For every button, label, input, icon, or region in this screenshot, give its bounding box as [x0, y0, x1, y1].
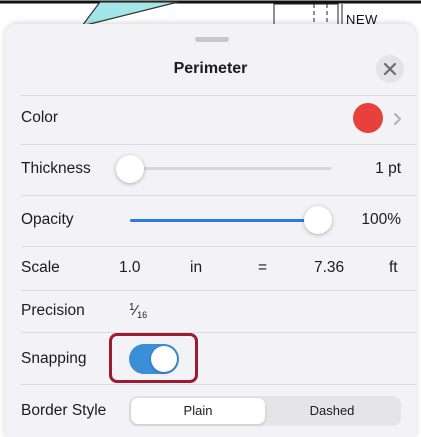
opacity-slider-thumb[interactable]	[304, 206, 332, 234]
divider	[21, 95, 416, 96]
scale-left-value[interactable]: 1.0	[119, 259, 141, 277]
divider	[21, 332, 416, 333]
scale-left-unit[interactable]: in	[190, 259, 202, 277]
precision-numerator: 1	[129, 302, 135, 313]
sheet-grabber[interactable]	[195, 37, 229, 42]
border-style-label: Border Style	[21, 402, 107, 419]
divider	[21, 246, 416, 247]
border-style-segmented-control: Plain Dashed	[129, 396, 401, 426]
snapping-toggle-knob	[151, 346, 177, 372]
opacity-slider-fill	[130, 219, 318, 222]
snapping-toggle[interactable]	[129, 344, 179, 374]
scale-equals: =	[258, 259, 268, 276]
thickness-label: Thickness	[21, 160, 91, 177]
color-swatch[interactable]	[353, 103, 383, 133]
precision-value[interactable]: 1⁄16	[129, 302, 147, 320]
divider	[21, 290, 416, 291]
border-style-option-dashed[interactable]: Dashed	[265, 398, 399, 424]
sheet-title: Perimeter	[173, 60, 248, 77]
color-label: Color	[21, 109, 59, 126]
thickness-value: 1 pt	[375, 160, 401, 177]
drawn-triangle	[80, 1, 179, 27]
precision-denominator: 16	[137, 310, 148, 320]
border-style-option-plain[interactable]: Plain	[131, 398, 265, 424]
close-icon	[383, 62, 397, 76]
chevron-right-icon[interactable]	[393, 112, 402, 126]
scale-right-unit[interactable]: ft	[389, 259, 398, 277]
opacity-value: 100%	[361, 211, 401, 228]
scale-label: Scale	[21, 259, 60, 276]
opacity-label: Opacity	[21, 211, 74, 228]
perimeter-settings-sheet: Perimeter Color Thickness 1 pt Opacity 1…	[5, 24, 416, 437]
opacity-slider-track[interactable]	[130, 219, 318, 222]
snapping-label: Snapping	[21, 350, 87, 367]
scale-right-value[interactable]: 7.36	[314, 259, 344, 277]
thickness-slider-track[interactable]	[130, 167, 331, 170]
divider	[21, 195, 416, 196]
divider	[21, 384, 416, 385]
close-button[interactable]	[376, 55, 404, 83]
thickness-slider-thumb[interactable]	[116, 155, 144, 183]
divider	[21, 144, 416, 145]
precision-label: Precision	[21, 302, 85, 319]
